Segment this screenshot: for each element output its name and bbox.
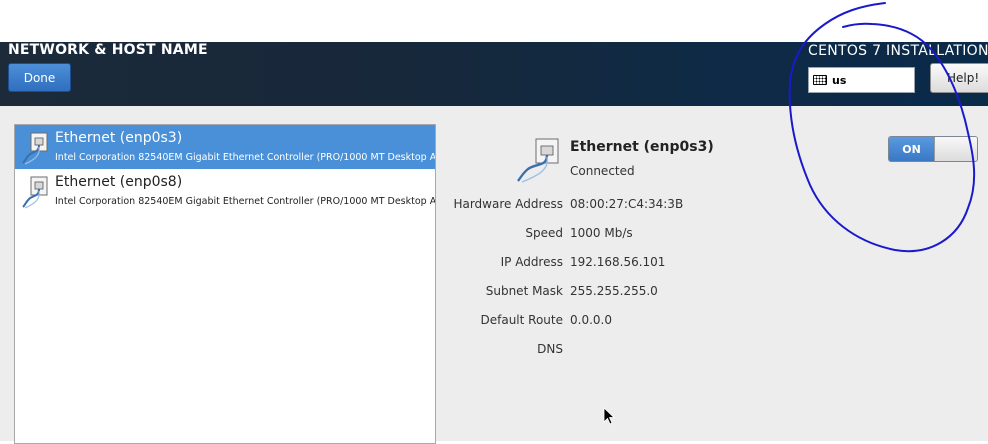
device-description: Intel Corporation 82540EM Gigabit Ethern…	[55, 152, 436, 163]
speed-label: Speed	[525, 226, 563, 240]
installation-title: CENTOS 7 INSTALLATION	[808, 43, 988, 59]
device-item-enp0s8[interactable]: Ethernet (enp0s8) Intel Corporation 8254…	[15, 169, 436, 213]
top-margin	[0, 0, 988, 42]
default-route-label: Default Route	[480, 313, 564, 327]
ip-address-label: IP Address	[500, 255, 563, 269]
keyboard-layout-indicator[interactable]: us	[808, 67, 915, 93]
hardware-address-value: 08:00:27:C4:34:3B	[570, 197, 684, 211]
speed-value: 1000 Mb/s	[570, 226, 633, 240]
help-button[interactable]: Help!	[930, 63, 988, 93]
keyboard-icon	[813, 75, 827, 85]
connection-toggle[interactable]: ON	[888, 136, 978, 162]
device-name: Ethernet (enp0s3)	[55, 130, 183, 146]
device-description: Intel Corporation 82540EM Gigabit Ethern…	[55, 196, 436, 207]
subnet-mask-label: Subnet Mask	[485, 284, 563, 298]
done-button[interactable]: Done	[8, 63, 71, 92]
ethernet-icon	[22, 176, 48, 209]
page-title: NETWORK & HOST NAME	[8, 42, 208, 58]
keyboard-layout-label: us	[832, 73, 847, 87]
device-name: Ethernet (enp0s8)	[55, 174, 183, 190]
default-route-value: 0.0.0.0	[570, 313, 612, 327]
subnet-mask-value: 255.255.255.0	[570, 284, 658, 298]
device-list[interactable]: Ethernet (enp0s3) Intel Corporation 8254…	[14, 124, 436, 444]
dns-label: DNS	[537, 342, 563, 356]
ethernet-icon	[22, 132, 48, 165]
toggle-handle[interactable]	[934, 137, 977, 161]
connection-status: Connected	[570, 164, 635, 178]
header-bar: NETWORK & HOST NAME Done CENTOS 7 INSTAL…	[0, 42, 988, 106]
mouse-cursor-icon	[603, 407, 616, 425]
ip-address-value: 192.168.56.101	[570, 255, 666, 269]
ethernet-icon	[517, 138, 559, 183]
detail-device-name: Ethernet (enp0s3)	[570, 139, 714, 155]
toggle-on-label: ON	[889, 137, 934, 161]
device-item-enp0s3[interactable]: Ethernet (enp0s3) Intel Corporation 8254…	[15, 125, 436, 169]
hardware-address-label: Hardware Address	[453, 197, 563, 211]
